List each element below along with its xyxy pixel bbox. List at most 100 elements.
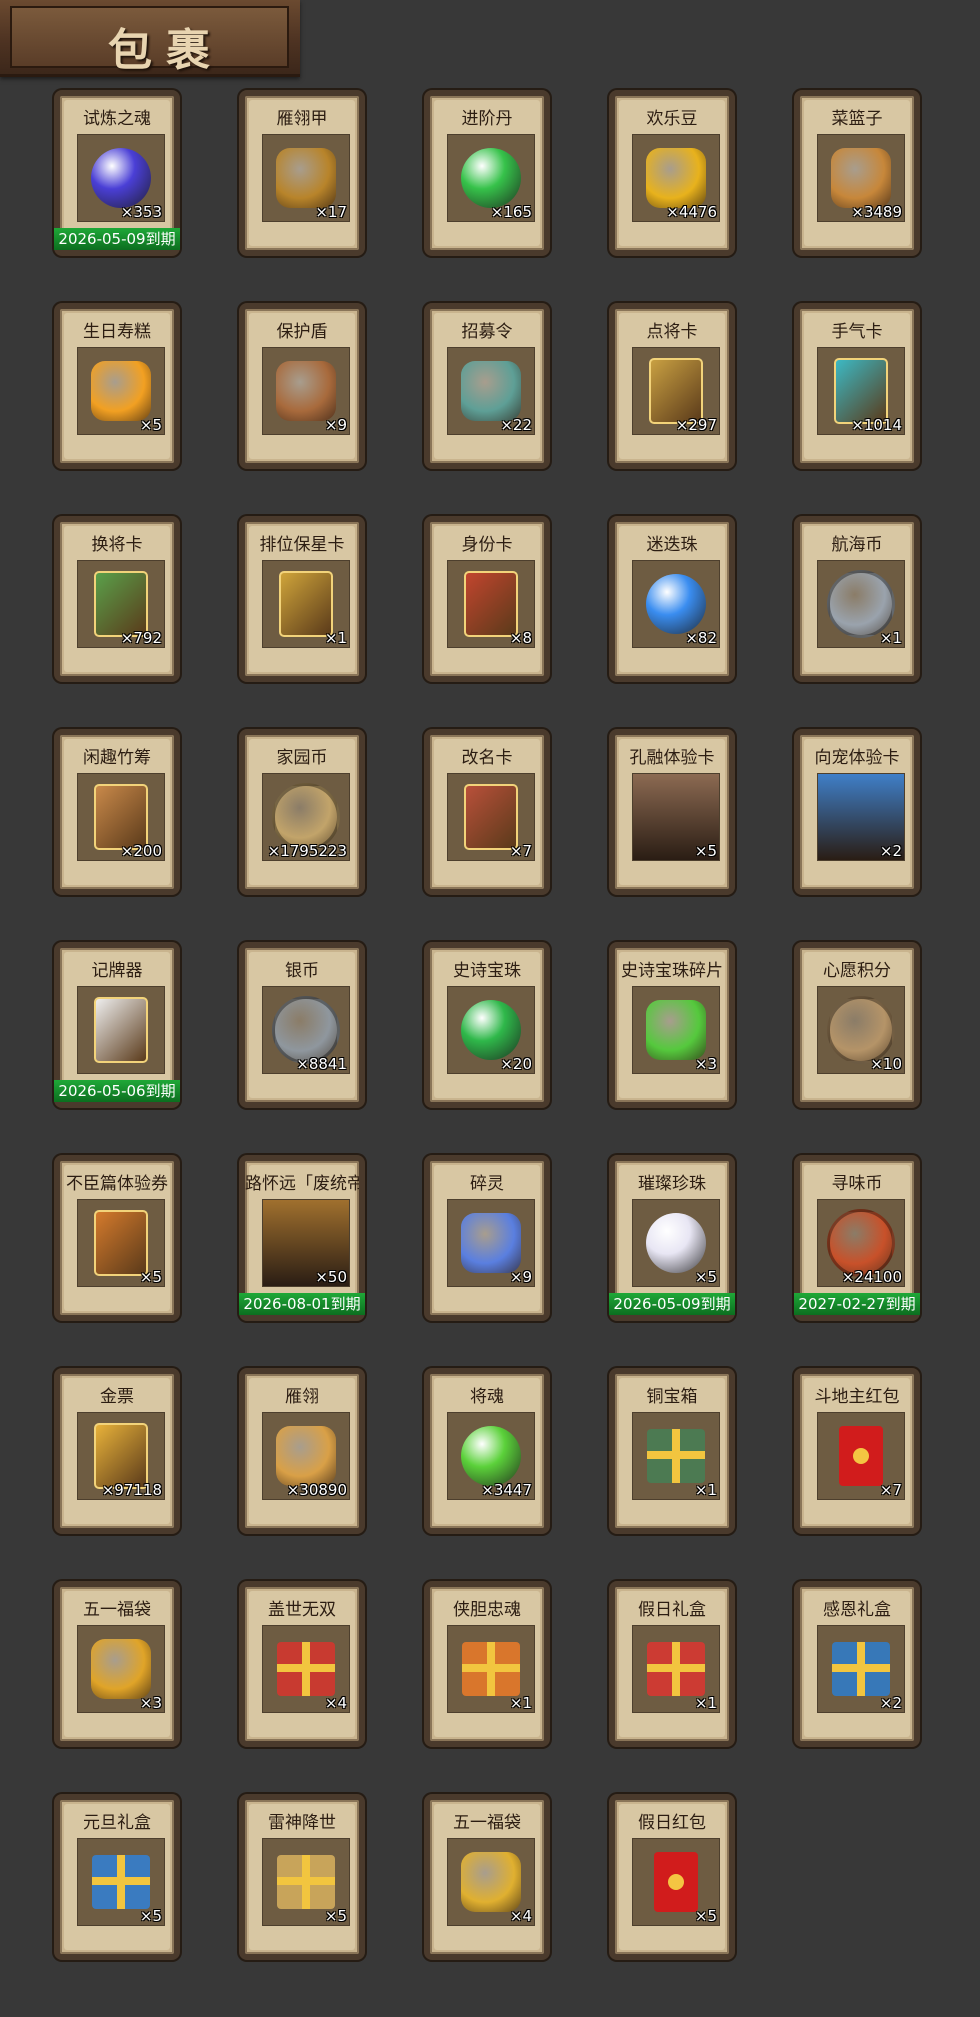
inventory-item[interactable]: 侠胆忠魂 ×1: [424, 1581, 550, 1747]
item-name: 铜宝箱: [646, 1387, 698, 1407]
inventory-item[interactable]: 改名卡 ×7: [424, 729, 550, 895]
inventory-item[interactable]: 盖世无双 ×4: [239, 1581, 365, 1747]
item-image: ×22: [447, 347, 535, 435]
item-name: 五一福袋: [83, 1600, 151, 1620]
inventory-item[interactable]: 招募令 ×22: [424, 303, 550, 469]
item-name: 侠胆忠魂: [453, 1600, 521, 1620]
item-image: ×353: [77, 134, 165, 222]
item-image: ×9: [447, 1199, 535, 1287]
inventory-item[interactable]: 保护盾 ×9: [239, 303, 365, 469]
item-count: ×82: [685, 629, 717, 647]
item-image: ×3: [632, 986, 720, 1074]
inventory-item[interactable]: 排位保星卡 ×1: [239, 516, 365, 682]
item-count: ×5: [139, 1268, 162, 1286]
item-name: 记牌器: [91, 961, 143, 981]
inventory-item[interactable]: 璀璨珍珠 ×5 2026-05-09到期: [609, 1155, 735, 1321]
item-name: 雁翎甲: [276, 109, 328, 129]
item-count: ×9: [509, 1268, 532, 1286]
inventory-item[interactable]: 银币 ×8841: [239, 942, 365, 1108]
inventory-item[interactable]: 五一福袋 ×4: [424, 1794, 550, 1960]
item-image: ×5: [632, 1199, 720, 1287]
inventory-item[interactable]: 心愿积分 ×10: [794, 942, 920, 1108]
inventory-item[interactable]: 金票 ×97118: [54, 1368, 180, 1534]
item-name: 银币: [285, 961, 319, 981]
item-count: ×1: [694, 1481, 717, 1499]
inventory-item[interactable]: 生日寿糕 ×5: [54, 303, 180, 469]
inventory-item[interactable]: 闲趣竹筹 ×200: [54, 729, 180, 895]
inventory-item[interactable]: 斗地主红包 ×7: [794, 1368, 920, 1534]
item-count: ×30890: [286, 1481, 347, 1499]
inventory-item[interactable]: 雁翎甲 ×17: [239, 90, 365, 256]
item-image: ×5: [262, 1838, 350, 1926]
item-name: 盖世无双: [268, 1600, 336, 1620]
inventory-item[interactable]: 假日红包 ×5: [609, 1794, 735, 1960]
expiry-badge: 2026-05-09到期: [609, 1293, 735, 1315]
item-count: ×1014: [851, 416, 902, 434]
item-name: 雷神降世: [268, 1813, 336, 1833]
item-name: 闲趣竹筹: [83, 748, 151, 768]
item-image: ×5: [632, 1838, 720, 1926]
item-name: 保护盾: [276, 322, 328, 342]
item-count: ×3489: [851, 203, 902, 221]
item-count: ×3447: [481, 1481, 532, 1499]
inventory-item[interactable]: 寻味币 ×24100 2027-02-27到期: [794, 1155, 920, 1321]
inventory-item[interactable]: 进阶丹 ×165: [424, 90, 550, 256]
inventory-item[interactable]: 史诗宝珠 ×20: [424, 942, 550, 1108]
inventory-item[interactable]: 身份卡 ×8: [424, 516, 550, 682]
inventory-item[interactable]: 史诗宝珠碎片 ×3: [609, 942, 735, 1108]
inventory-item[interactable]: 不臣篇体验券 ×5: [54, 1155, 180, 1321]
item-count: ×17: [315, 203, 347, 221]
inventory-item[interactable]: 航海币 ×1: [794, 516, 920, 682]
inventory-item[interactable]: 试炼之魂 ×353 2026-05-09到期: [54, 90, 180, 256]
inventory-item[interactable]: 感恩礼盒 ×2: [794, 1581, 920, 1747]
item-count: ×5: [139, 416, 162, 434]
item-count: ×165: [490, 203, 532, 221]
inventory-item[interactable]: 孔融体验卡 ×5: [609, 729, 735, 895]
item-name: 史诗宝珠碎片: [621, 961, 723, 981]
item-count: ×3: [694, 1055, 717, 1073]
expiry-badge: 2027-02-27到期: [794, 1293, 920, 1315]
inventory-item[interactable]: 雷神降世 ×5: [239, 1794, 365, 1960]
item-image: ×5: [77, 1199, 165, 1287]
inventory-item[interactable]: 手气卡 ×1014: [794, 303, 920, 469]
header-banner: 包裹: [10, 6, 289, 76]
item-count: ×50: [315, 1268, 347, 1286]
inventory-item[interactable]: 雁翎 ×30890: [239, 1368, 365, 1534]
inventory-item[interactable]: 点将卡 ×297: [609, 303, 735, 469]
inventory-item[interactable]: 五一福袋 ×3: [54, 1581, 180, 1747]
item-count: ×5: [694, 842, 717, 860]
item-image: ×2: [817, 1625, 905, 1713]
inventory-item[interactable]: 路怀远「废统帝」 ×50 2026-08-01到期: [239, 1155, 365, 1321]
item-count: ×1: [324, 629, 347, 647]
inventory-item[interactable]: 向宠体验卡 ×2: [794, 729, 920, 895]
inventory-item[interactable]: 菜篮子 ×3489: [794, 90, 920, 256]
item-name: 不臣篇体验券: [66, 1174, 168, 1194]
inventory-item[interactable]: 欢乐豆 ×4476: [609, 90, 735, 256]
inventory-item[interactable]: 假日礼盒 ×1: [609, 1581, 735, 1747]
inventory-item[interactable]: 元旦礼盒 ×5: [54, 1794, 180, 1960]
item-name: 改名卡: [461, 748, 513, 768]
item-image: ×5: [77, 1838, 165, 1926]
inventory-item[interactable]: 铜宝箱 ×1: [609, 1368, 735, 1534]
item-image: ×50: [262, 1199, 350, 1287]
inventory-item[interactable]: 换将卡 ×792: [54, 516, 180, 682]
item-image: ×24100: [817, 1199, 905, 1287]
item-count: ×20: [500, 1055, 532, 1073]
inventory-item[interactable]: 迷迭珠 ×82: [609, 516, 735, 682]
item-image: ×8: [447, 560, 535, 648]
item-image: ×10: [817, 986, 905, 1074]
item-name: 寻味币: [831, 1174, 883, 1194]
item-count: ×1795223: [267, 842, 347, 860]
item-name: 身份卡: [461, 535, 513, 555]
item-name: 元旦礼盒: [83, 1813, 151, 1833]
inventory-item[interactable]: 将魂 ×3447: [424, 1368, 550, 1534]
item-count: ×22: [500, 416, 532, 434]
item-name: 欢乐豆: [646, 109, 698, 129]
item-name: 试炼之魂: [83, 109, 151, 129]
inventory-item[interactable]: 家园币 ×1795223: [239, 729, 365, 895]
item-count: ×1: [879, 629, 902, 647]
expiry-badge: 2026-05-09到期: [54, 228, 180, 250]
inventory-item[interactable]: 碎灵 ×9: [424, 1155, 550, 1321]
inventory-item[interactable]: 记牌器 2026-05-06到期: [54, 942, 180, 1108]
item-image: ×7: [447, 773, 535, 861]
